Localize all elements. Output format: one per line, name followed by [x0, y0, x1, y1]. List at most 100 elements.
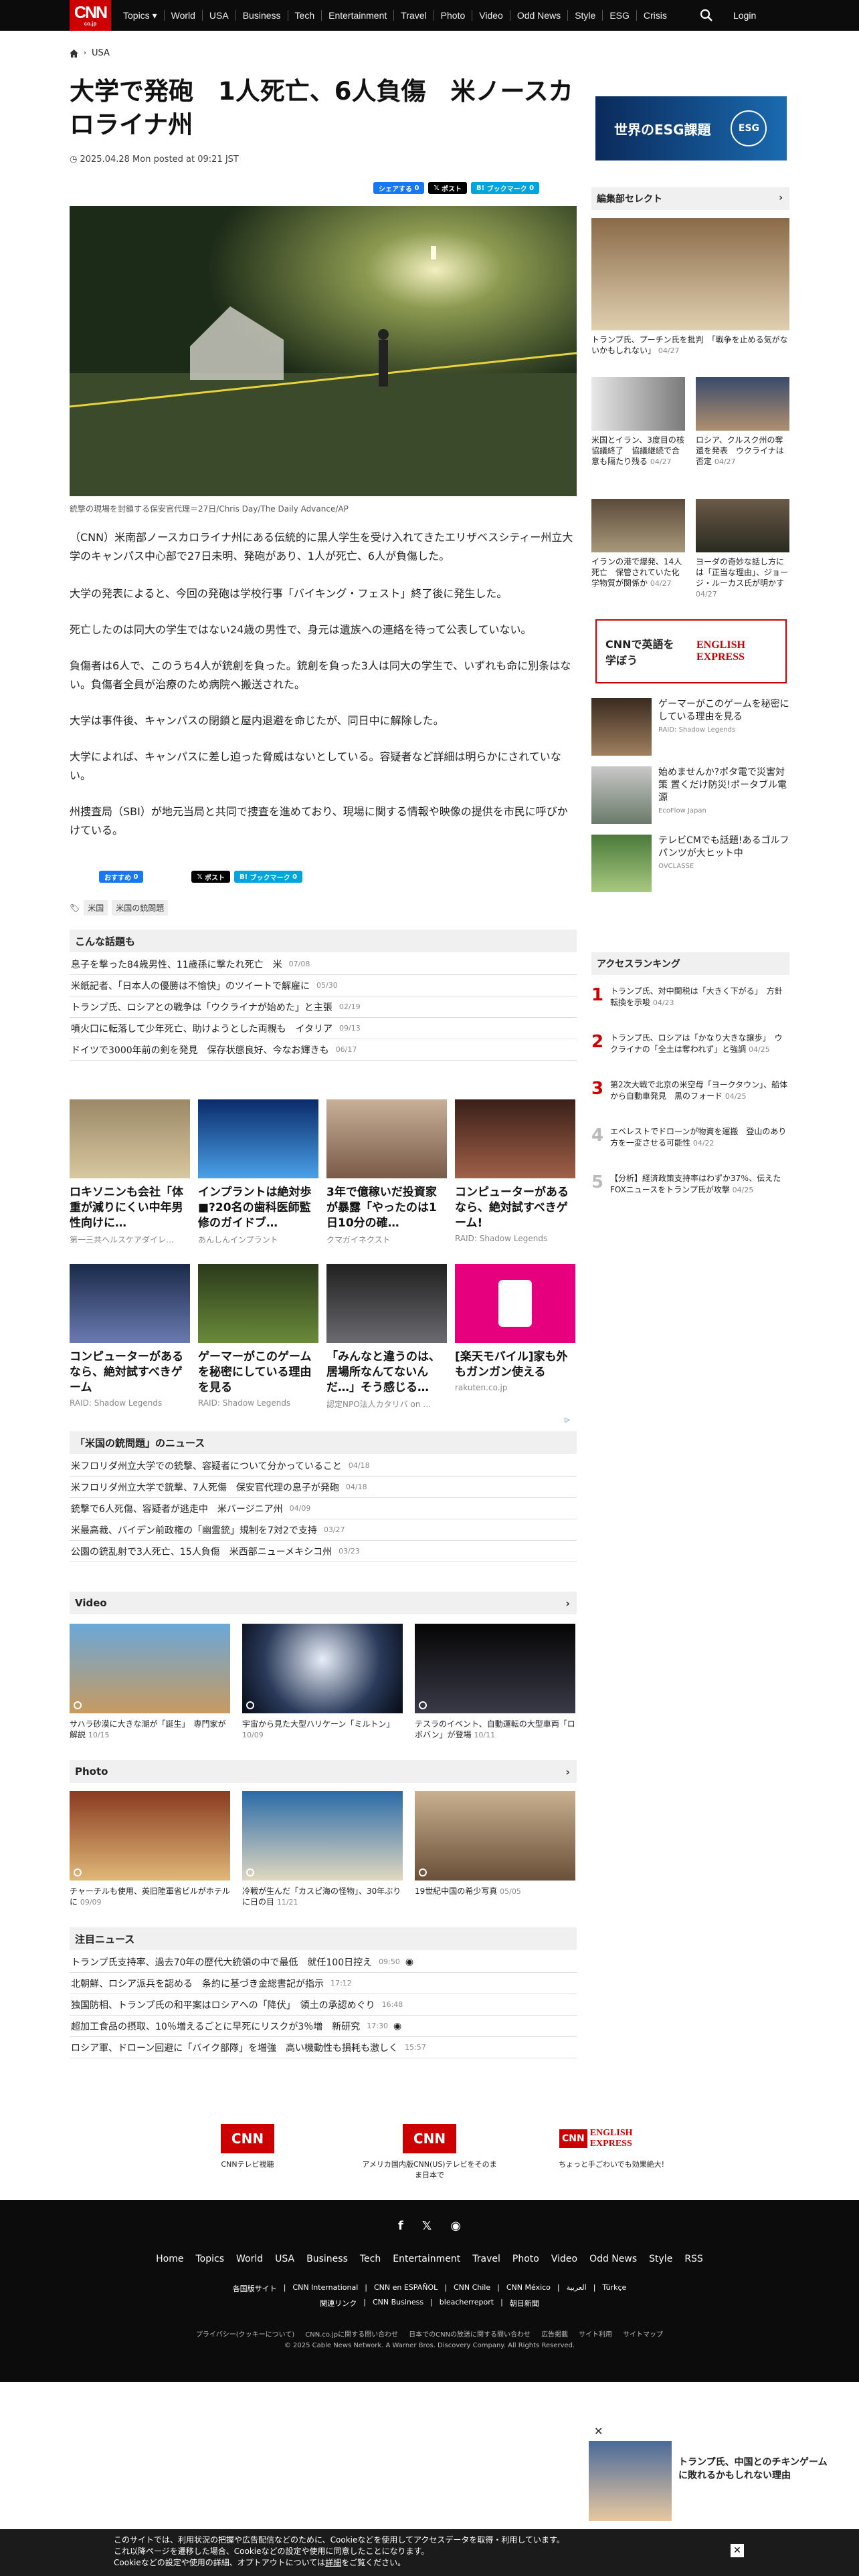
- ranking-item[interactable]: 4 エベレストでドローンが物資を運搬 登山のあり方を一変させる可能性 04/22: [591, 1126, 789, 1149]
- footer-link[interactable]: CNN Business: [373, 2298, 423, 2309]
- footer-link[interactable]: サイトマップ: [623, 2329, 663, 2339]
- adchoices-icon[interactable]: ▷: [565, 1416, 570, 1424]
- nav-photo[interactable]: Photo: [434, 10, 473, 21]
- close-icon[interactable]: ✕: [594, 2425, 603, 2438]
- list-item[interactable]: 米最高裁、バイデン前政権の「幽霊銃」規制を7対2で支持 03/27: [70, 1519, 577, 1541]
- nav-usa[interactable]: USA: [203, 10, 236, 21]
- nav-style[interactable]: Style: [568, 10, 603, 21]
- footer-link[interactable]: サイト利用: [579, 2329, 612, 2339]
- nav-entertainment[interactable]: Entertainment: [322, 10, 395, 21]
- pick-item[interactable]: ヨーダの奇妙な話し方には「正当な理由」、ジョージ・ルーカス氏が明かす 04/27: [696, 499, 789, 600]
- footer-nav-item[interactable]: RSS: [684, 2254, 703, 2264]
- nav-business[interactable]: Business: [236, 10, 288, 21]
- ad-card[interactable]: ロキソニンも会社「体重が減りにくい中年男性向けに… 第一三共ヘルスケアダイレ…: [70, 1099, 190, 1245]
- ad-card[interactable]: インプラントは絶対歩■?20名の歯科医師監修のガイドブ… あんしんインプラント: [198, 1099, 318, 1245]
- breadcrumb-usa[interactable]: USA: [92, 48, 110, 58]
- english-express-banner[interactable]: CNNで英語を学ぼう ENGLISH EXPRESS: [595, 619, 787, 683]
- footer-link[interactable]: CNN México: [506, 2283, 551, 2294]
- footer-link[interactable]: CNN en ESPAÑOL: [374, 2283, 438, 2294]
- footer-link[interactable]: bleacherreport: [440, 2298, 494, 2309]
- popup-image[interactable]: [589, 2441, 672, 2521]
- list-item[interactable]: トランプ氏支持率、過去70年の歴代大統領の中で最低 就任100日控え 09:50 ◉: [70, 1951, 577, 1973]
- cookie-close-button[interactable]: ✕: [731, 2544, 744, 2557]
- footer-link[interactable]: العربية: [567, 2283, 587, 2294]
- promo-item[interactable]: テレビCMでも話題!あるゴルフパンツが大ヒット中 OVCLASSE: [591, 835, 789, 892]
- ranking-item[interactable]: 2 トランプ氏、ロシアは「かなり大きな譲歩」 ウクライナの「全土は奪われず」と強調…: [591, 1033, 789, 1055]
- cnn-tv-logo[interactable]: CNN: [221, 2124, 274, 2153]
- footer-link[interactable]: 日本でのCNNの放送に関する問い合わせ: [409, 2329, 531, 2339]
- footer-link[interactable]: Türkçe: [602, 2283, 626, 2294]
- nav-odd-news[interactable]: Odd News: [510, 10, 569, 21]
- ranking-item[interactable]: 1 トランプ氏、対中関税は「大きく下がる」 方針転換を示唆 04/23: [591, 986, 789, 1008]
- facebook-share-button[interactable]: シェアする 0: [373, 182, 425, 194]
- video-card[interactable]: 宇宙から見た大型ハリケーン「ミルトン」 10/09: [242, 1624, 403, 1741]
- ad-card[interactable]: [楽天モバイル]家も外もガンガン使える rakuten.co.jp: [455, 1264, 575, 1392]
- footer-nav-item[interactable]: Video: [551, 2254, 577, 2264]
- footer-nav-item[interactable]: Home: [156, 2254, 183, 2264]
- list-item[interactable]: 超加工食品の摂取、10％増えるごとに早死にリスクが3％増 新研究 17:30 ◉: [70, 2016, 577, 2037]
- x-post-button[interactable]: 𝕏 ポスト: [428, 182, 467, 194]
- home-icon[interactable]: [70, 49, 78, 58]
- footer-nav-item[interactable]: Odd News: [589, 2254, 637, 2264]
- nav-world[interactable]: World: [165, 10, 203, 21]
- nav-topics[interactable]: Topics ▾: [116, 10, 165, 21]
- ad-card[interactable]: 3年で億稼いだ投資家が暴露「やったのは1日10分の確… クマガイネクスト: [326, 1099, 447, 1245]
- list-item[interactable]: 独国防相、トランプ氏の和平案はロシアへの「降伏」 領土の承認めぐり 16:48: [70, 1994, 577, 2016]
- footer-link[interactable]: 広告掲載: [541, 2329, 568, 2339]
- footer-nav-item[interactable]: Entertainment: [393, 2254, 460, 2264]
- video-card[interactable]: サハラ砂漠に大きな湖が「誕生」 専門家が解説 10/15: [70, 1624, 230, 1741]
- nav-video[interactable]: Video: [472, 10, 510, 21]
- x-icon[interactable]: 𝕏: [422, 2219, 432, 2233]
- popup-title[interactable]: トランプ氏、中国とのチキンゲームに敗れるかもしれない理由: [678, 2456, 834, 2482]
- x-post-button-bottom[interactable]: 𝕏 ポスト: [191, 871, 230, 883]
- pick-item[interactable]: 米国とイラン、3度目の核協議終了 協議継続で合意も隔たり残る 04/27: [591, 377, 685, 467]
- hatena-bookmark-button-bottom[interactable]: B! ブックマーク 0: [234, 871, 303, 883]
- nav-esg[interactable]: ESG: [603, 10, 637, 21]
- chevron-right-icon[interactable]: ›: [565, 1597, 570, 1610]
- photo-card[interactable]: 冷戦が生んだ「カスピ海の怪物」、30年ぶりに日の目 11/21: [242, 1791, 403, 1908]
- footer-nav-item[interactable]: Photo: [512, 2254, 539, 2264]
- pick-item[interactable]: ロシア、クルスク州の奪還を発表 ウクライナは否定 04/27: [696, 377, 789, 467]
- facebook-recommend-button[interactable]: おすすめ 0: [99, 871, 144, 883]
- footer-nav-item[interactable]: Style: [649, 2254, 672, 2264]
- footer-link[interactable]: CNN Chile: [454, 2283, 490, 2294]
- hatena-bookmark-button[interactable]: B! ブックマーク 0: [471, 182, 540, 194]
- list-item[interactable]: 噴火口に転落して少年死亡、助けようとした両親も イタリア 09/13: [70, 1018, 577, 1039]
- list-item[interactable]: 米紙記者、「日本人の優勝は不愉快」のツイートで解雇に 05/30: [70, 975, 577, 996]
- cnn-us-logo[interactable]: CNN: [403, 2124, 456, 2153]
- login-link[interactable]: Login: [733, 10, 756, 21]
- chevron-right-icon[interactable]: ›: [565, 1765, 570, 1778]
- nav-travel[interactable]: Travel: [394, 10, 434, 21]
- search-icon[interactable]: [700, 9, 713, 22]
- list-item[interactable]: ロシア軍、ドローン回避に「バイク部隊」を増強 高い機動性も損耗も激しく 15:57: [70, 2037, 577, 2058]
- list-item[interactable]: ドイツで3000年前の剣を発見 保存状態良好、今なお輝きも 06/17: [70, 1039, 577, 1061]
- footer-nav-item[interactable]: Travel: [472, 2254, 500, 2264]
- footer-nav-item[interactable]: Tech: [360, 2254, 381, 2264]
- footer-nav-item[interactable]: USA: [275, 2254, 294, 2264]
- promo-item[interactable]: 始めませんか?ポタ電で災害対策 置くだけ防災!ポータブル電源 EcoFlow Ja…: [591, 766, 789, 824]
- nav-crisis[interactable]: Crisis: [637, 10, 674, 21]
- footer-link[interactable]: 朝日新聞: [510, 2298, 539, 2309]
- ranking-item[interactable]: 5 【分析】経済政策支持率はわずか37％、伝えたFOXニュースをトランプ氏が攻撃 …: [591, 1173, 789, 1196]
- rss-icon[interactable]: ◉: [450, 2219, 461, 2233]
- facebook-icon[interactable]: f: [398, 2219, 403, 2233]
- photo-card[interactable]: チャーチルも使用、英旧陸軍省ビルがホテルに 09/09: [70, 1791, 230, 1908]
- tag-gun-issue[interactable]: 米国の銃問題: [112, 900, 169, 916]
- nav-tech[interactable]: Tech: [288, 10, 322, 21]
- ranking-item[interactable]: 3 第2次大戦で北京の米空母「ヨークタウン」、船体から自動車発見 黒のフォード 0…: [591, 1079, 789, 1102]
- ad-card[interactable]: 「みんなと違うのは、居場所なんてないんだ…」そう感じる… 認定NPO法人カタリバ …: [326, 1264, 447, 1410]
- pick-item[interactable]: イランの港で爆発、14人死亡 保管されていた化学物質が関係か 04/27: [591, 499, 685, 589]
- video-card[interactable]: テスラのイベント、自動運転の大型車両「ロボバン」が登場 10/11: [415, 1624, 575, 1741]
- footer-link[interactable]: プライバシー(クッキーについて): [196, 2329, 294, 2339]
- english-express-logo[interactable]: CNN ENGLISH EXPRESS: [559, 2124, 664, 2153]
- tag-usa[interactable]: 米国: [84, 900, 108, 916]
- list-item[interactable]: トランプ氏、ロシアとの戦争は「ウクライナが始めた」と主張 02/19: [70, 996, 577, 1018]
- ad-card[interactable]: コンピューターがあるなら、絶対試すべきゲーム RAID: Shadow Legen…: [70, 1264, 190, 1408]
- ad-card[interactable]: ゲーマーがこのゲームを秘密にしている理由を見る RAID: Shadow Lege…: [198, 1264, 318, 1408]
- cookie-details-link[interactable]: 詳細: [325, 2558, 341, 2567]
- list-item[interactable]: 息子を撃った84歳男性、11歳孫に撃たれ死亡 米 07/08: [70, 954, 577, 975]
- footer-nav-item[interactable]: Business: [306, 2254, 348, 2264]
- footer-link[interactable]: CNN.co.jpに関する問い合わせ: [305, 2329, 398, 2339]
- footer-link[interactable]: CNN International: [292, 2283, 358, 2294]
- list-item[interactable]: 米フロリダ州立大学で銃撃、7人死傷 保安官代理の息子が発砲 04/18: [70, 1477, 577, 1498]
